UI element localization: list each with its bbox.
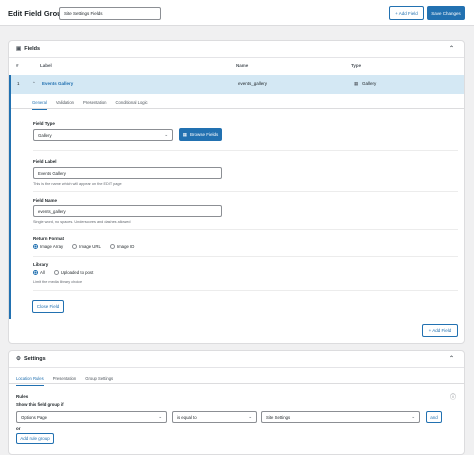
radio-label: Uploaded to post xyxy=(60,270,94,275)
tab-presentation[interactable]: Presentation xyxy=(83,100,107,110)
field-name-value: events_gallery xyxy=(38,208,66,214)
field-type-value: Gallery xyxy=(38,132,52,138)
return-format-label: Return Format xyxy=(33,236,65,241)
rule-operator-value: is equal to xyxy=(177,414,197,420)
field-label-help: This is the name which will appear on th… xyxy=(33,182,122,186)
save-changes-button[interactable]: Save Changes xyxy=(427,6,465,20)
field-name-help: Single word, no spaces. Underscores and … xyxy=(33,220,131,224)
rule-param-value: Options Page xyxy=(21,414,48,420)
chevron-down-icon: ⌄ xyxy=(411,414,415,419)
column-name: Name xyxy=(236,63,249,68)
field-name-input[interactable]: events_gallery xyxy=(33,205,222,217)
radio-label: All xyxy=(40,270,45,275)
field-row-events-gallery[interactable]: 1 ⌃ Events Gallery events_gallery ▦ Gall… xyxy=(9,75,464,94)
field-name-label: Field Name xyxy=(33,198,58,203)
radio-label: Image Array xyxy=(40,244,64,249)
fields-panel-title: Fields xyxy=(24,46,41,52)
gallery-type-icon: ▦ xyxy=(354,81,359,86)
column-label: Label xyxy=(40,63,52,68)
field-type-label: Field Type xyxy=(33,121,55,126)
chevron-down-icon: ⌄ xyxy=(248,414,252,419)
field-order: 1 xyxy=(17,81,20,86)
radio-label: Image URL xyxy=(79,244,101,249)
settings-panel: ⚙ Settings ⌃ xyxy=(8,350,465,455)
tab-validation[interactable]: Validation xyxy=(56,100,74,110)
divider xyxy=(33,290,458,291)
library-options: All Uploaded to post xyxy=(33,270,93,275)
browse-fields-button[interactable]: ▦ Browse Fields xyxy=(179,128,222,141)
gear-icon: ⚙ xyxy=(16,356,21,362)
rule-value-select[interactable]: Site Settings ⌄ xyxy=(261,411,420,423)
browse-fields-label: Browse Fields xyxy=(190,132,219,137)
field-type-select[interactable]: Gallery ⌄ xyxy=(33,129,173,141)
fields-panel-header: ▣ Fields ⌃ xyxy=(9,41,464,58)
library-help: Limit the media library choice xyxy=(33,280,83,284)
settings-tabs: Location Rules Presentation Group Settin… xyxy=(16,376,113,386)
radio-uploaded-to-post[interactable]: Uploaded to post xyxy=(53,270,94,275)
add-field-button[interactable]: + Add Field xyxy=(389,6,424,20)
divider xyxy=(33,229,458,230)
divider xyxy=(33,150,458,151)
add-rule-group-button[interactable]: Add rule group xyxy=(16,433,54,444)
chevron-down-icon: ⌄ xyxy=(164,132,168,137)
rules-label: Rules xyxy=(16,394,29,399)
column-type: Type xyxy=(351,63,362,68)
radio-selected-icon xyxy=(33,244,38,249)
settings-panel-title: Settings xyxy=(23,356,46,362)
return-format-options: Image Array Image URL Image ID xyxy=(33,244,134,249)
divider xyxy=(33,191,458,192)
collapse-chevron-icon[interactable]: ⌃ xyxy=(449,45,454,52)
collapse-field-icon[interactable]: ⌃ xyxy=(32,81,36,87)
field-row-label[interactable]: Events Gallery xyxy=(42,81,73,86)
field-label-label: Field Label xyxy=(33,159,57,164)
grid-icon: ▦ xyxy=(182,131,187,137)
radio-image-url[interactable]: Image URL xyxy=(72,244,101,249)
tab-group-settings[interactable]: Group Settings xyxy=(85,376,113,386)
or-label: or xyxy=(16,426,21,431)
tab-general[interactable]: General xyxy=(32,100,47,110)
top-bar: Edit Field Group + Add Field Save Change… xyxy=(0,0,474,26)
tab-conditional-logic[interactable]: Conditional Logic xyxy=(116,100,148,110)
divider xyxy=(33,256,458,257)
radio-label: Image ID xyxy=(116,244,135,249)
page-title: Edit Field Group xyxy=(8,9,67,18)
fields-icon: ▣ xyxy=(16,46,22,52)
add-field-bottom-button[interactable]: + Add Field xyxy=(422,324,458,337)
field-group-title-input[interactable] xyxy=(59,7,161,20)
radio-all[interactable]: All xyxy=(33,270,45,275)
column-order: # xyxy=(16,63,19,68)
field-row-type: Gallery xyxy=(362,81,377,86)
collapse-chevron-icon[interactable]: ⌃ xyxy=(449,355,454,362)
rule-value-value: Site Settings xyxy=(266,414,291,420)
rules-help: Show this field group if xyxy=(16,402,64,407)
rule-param-select[interactable]: Options Page ⌄ xyxy=(16,411,167,423)
radio-image-id[interactable]: Image ID xyxy=(109,244,135,249)
and-button[interactable]: and xyxy=(426,411,442,423)
library-label: Library xyxy=(33,262,49,267)
radio-image-array[interactable]: Image Array xyxy=(33,244,63,249)
help-icon[interactable]: ⓘ xyxy=(450,392,456,401)
field-tabs: General Validation Presentation Conditio… xyxy=(32,100,148,110)
chevron-down-icon: ⌄ xyxy=(158,414,162,419)
radio-icon xyxy=(72,244,78,249)
radio-icon xyxy=(53,270,59,275)
close-field-button[interactable]: Close Field xyxy=(32,300,64,313)
field-label-input[interactable]: Events Gallery xyxy=(33,167,222,179)
settings-panel-header: ⚙ Settings ⌃ xyxy=(9,351,464,368)
rule-operator-select[interactable]: is equal to ⌄ xyxy=(172,411,257,423)
radio-icon xyxy=(109,244,115,249)
field-row-name: events_gallery xyxy=(238,81,268,86)
tab-presentation-settings[interactable]: Presentation xyxy=(53,376,77,386)
tab-location-rules[interactable]: Location Rules xyxy=(16,376,44,386)
radio-selected-icon xyxy=(33,270,38,275)
field-label-value: Events Gallery xyxy=(38,170,66,176)
